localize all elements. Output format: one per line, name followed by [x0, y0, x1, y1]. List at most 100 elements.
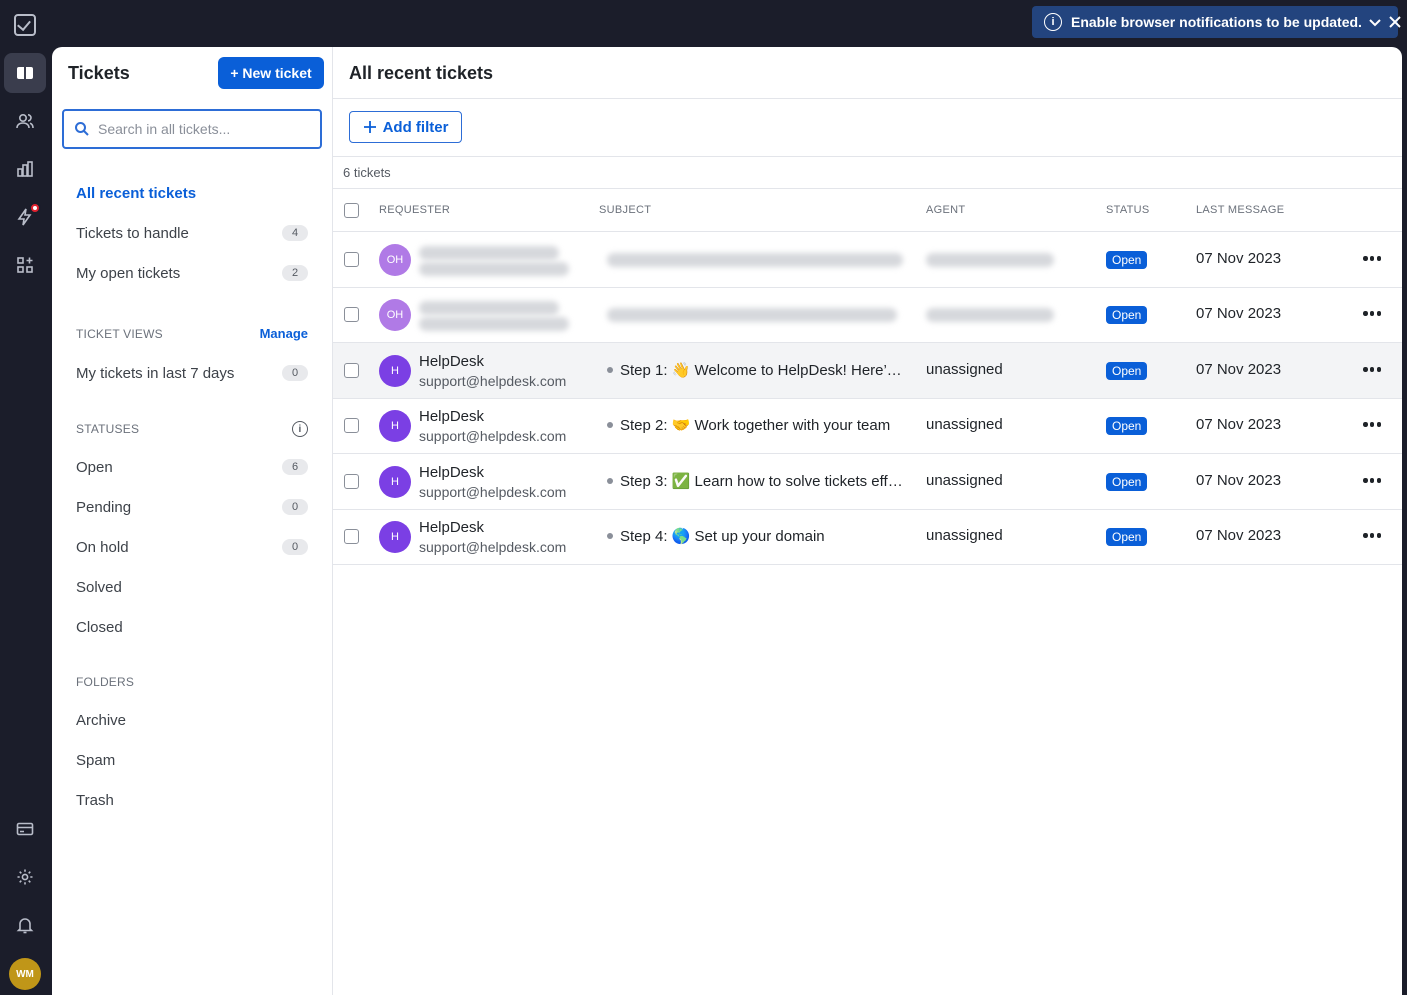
- table-row[interactable]: H HelpDesk support@helpdesk.com Step 3: …: [333, 454, 1402, 510]
- nav-tickets-to-handle[interactable]: Tickets to handle 4: [76, 221, 308, 245]
- more-options-icon[interactable]: [1363, 367, 1381, 373]
- ticket-subject[interactable]: Step 1: 👋 Welcome to HelpDesk! Here’s yo…: [607, 361, 907, 379]
- customers-icon[interactable]: [4, 101, 46, 141]
- status-badge: Open: [1106, 306, 1148, 324]
- status-open[interactable]: Open 6: [76, 455, 308, 479]
- search-box[interactable]: [62, 109, 322, 149]
- column-header-subject[interactable]: SUBJECT: [599, 204, 651, 216]
- nav-my-open-tickets[interactable]: My open tickets 2: [76, 261, 308, 285]
- redacted-requester: [419, 301, 559, 315]
- column-header-last-message[interactable]: LAST MESSAGE: [1196, 204, 1284, 216]
- new-ticket-button[interactable]: + New ticket: [218, 57, 324, 89]
- status-closed[interactable]: Closed: [76, 615, 308, 639]
- unread-dot: [607, 478, 613, 484]
- folder-trash[interactable]: Trash: [76, 788, 308, 812]
- tickets-icon[interactable]: [4, 53, 46, 93]
- nav-label: On hold: [76, 538, 129, 556]
- table-row[interactable]: OH Open 07 Nov 2023: [333, 232, 1402, 288]
- last-message-date: 07 Nov 2023: [1196, 250, 1282, 267]
- ticket-subject[interactable]: Step 3: ✅ Learn how to solve tickets eff…: [607, 472, 907, 490]
- count-badge: 0: [282, 499, 308, 515]
- bell-icon[interactable]: [4, 905, 46, 945]
- unread-dot: [607, 367, 613, 373]
- redacted-agent: [926, 308, 1054, 322]
- select-all-checkbox[interactable]: [344, 203, 359, 218]
- ticket-subject[interactable]: Step 2: 🤝 Work together with your team: [607, 416, 907, 434]
- tickets-sidebar: Tickets + New ticket All recent tickets …: [52, 47, 333, 995]
- billing-icon[interactable]: [4, 809, 46, 849]
- folder-spam[interactable]: Spam: [76, 748, 308, 772]
- status-solved[interactable]: Solved: [76, 575, 308, 599]
- avatar: OH: [379, 244, 411, 276]
- row-checkbox[interactable]: [344, 252, 359, 267]
- app-rail: WM: [0, 0, 52, 995]
- status-badge: Open: [1106, 417, 1148, 435]
- table-row[interactable]: H HelpDesk support@helpdesk.com Step 2: …: [333, 398, 1402, 454]
- more-options-icon[interactable]: [1363, 311, 1381, 317]
- redacted-requester-email: [419, 262, 569, 276]
- nav-label: Archive: [76, 711, 127, 729]
- column-header-agent[interactable]: AGENT: [926, 204, 965, 216]
- section-title: STATUSES: [76, 422, 140, 436]
- divider: [333, 156, 1402, 157]
- divider: [333, 188, 1402, 189]
- more-options-icon[interactable]: [1363, 478, 1381, 484]
- more-options-icon[interactable]: [1363, 533, 1381, 539]
- reports-icon[interactable]: [4, 149, 46, 189]
- chevron-down-icon[interactable]: [1368, 15, 1382, 29]
- nav-label: My open tickets: [76, 264, 181, 282]
- redacted-requester-email: [419, 317, 569, 331]
- statuses-header: STATUSES i: [76, 421, 308, 437]
- column-header-status[interactable]: STATUS: [1106, 204, 1150, 216]
- row-checkbox[interactable]: [344, 418, 359, 433]
- nav-label: Pending: [76, 498, 132, 516]
- column-header-requester[interactable]: REQUESTER: [379, 204, 450, 216]
- close-icon[interactable]: [1388, 15, 1402, 29]
- redacted-subject: [607, 253, 903, 267]
- redacted-requester: [419, 246, 559, 260]
- main-panel: Tickets + New ticket All recent tickets …: [52, 47, 1402, 995]
- row-checkbox[interactable]: [344, 363, 359, 378]
- last-message-date: 07 Nov 2023: [1196, 527, 1282, 544]
- apps-icon[interactable]: [4, 245, 46, 285]
- search-input[interactable]: [98, 121, 298, 137]
- nav-label: All recent tickets: [76, 184, 197, 202]
- status-pending[interactable]: Pending 0: [76, 495, 308, 519]
- manage-link[interactable]: Manage: [260, 326, 308, 341]
- subject-text: Step 4: 🌎 Set up your domain: [620, 528, 825, 545]
- search-icon: [75, 122, 89, 136]
- ticket-subject[interactable]: Step 4: 🌎 Set up your domain: [607, 527, 907, 545]
- requester-email: support@helpdesk.com: [419, 373, 567, 389]
- table-row[interactable]: OH Open 07 Nov 2023: [333, 287, 1402, 343]
- avatar: OH: [379, 299, 411, 331]
- automation-icon[interactable]: [4, 197, 46, 237]
- user-avatar[interactable]: WM: [9, 958, 41, 990]
- add-filter-button[interactable]: Add filter: [349, 111, 462, 143]
- nav-label: Tickets to handle: [76, 224, 189, 242]
- more-options-icon[interactable]: [1363, 256, 1381, 262]
- avatar: H: [379, 521, 411, 553]
- table-row[interactable]: H HelpDesk support@helpdesk.com Step 1: …: [333, 343, 1402, 399]
- info-icon[interactable]: i: [292, 421, 308, 437]
- view-my-tickets-last-7-days[interactable]: My tickets in last 7 days 0: [76, 361, 308, 385]
- folder-archive[interactable]: Archive: [76, 708, 308, 732]
- tickets-content: All recent tickets Add filter 6 tickets …: [333, 47, 1402, 995]
- status-on-hold[interactable]: On hold 0: [76, 535, 308, 559]
- agent-name: unassigned: [926, 361, 1003, 378]
- row-checkbox[interactable]: [344, 474, 359, 489]
- agent-name: unassigned: [926, 416, 1003, 433]
- count-badge: 6: [282, 459, 308, 475]
- table-row[interactable]: H HelpDesk support@helpdesk.com Step 4: …: [333, 509, 1402, 565]
- app-logo-icon[interactable]: [14, 14, 36, 36]
- row-checkbox[interactable]: [344, 307, 359, 322]
- count-badge: 0: [282, 365, 308, 381]
- notification-toast: i Enable browser notifications to be upd…: [1032, 6, 1401, 38]
- settings-gear-icon[interactable]: [4, 857, 46, 897]
- redacted-subject: [607, 308, 897, 322]
- requester-name: HelpDesk: [419, 408, 485, 425]
- avatar: H: [379, 410, 411, 442]
- agent-name: unassigned: [926, 472, 1003, 489]
- more-options-icon[interactable]: [1363, 422, 1381, 428]
- row-checkbox[interactable]: [344, 529, 359, 544]
- nav-all-recent-tickets[interactable]: All recent tickets: [76, 181, 308, 205]
